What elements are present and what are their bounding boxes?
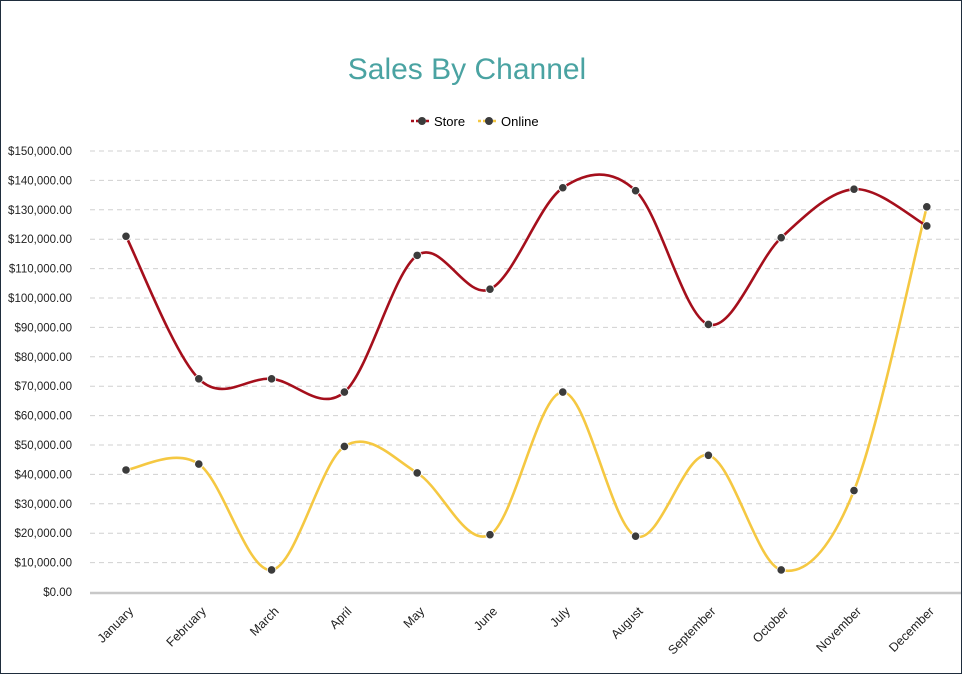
y-tick-label: $80,000.00 — [14, 352, 72, 364]
series-line-online — [125, 206, 929, 573]
data-point-store[interactable] — [412, 250, 422, 260]
data-point-store[interactable] — [630, 186, 641, 196]
y-tick-label: $140,000.00 — [8, 175, 72, 187]
data-point-online[interactable] — [776, 565, 786, 575]
data-point-online[interactable] — [412, 468, 422, 478]
series-line-store — [124, 173, 928, 401]
data-point-store[interactable] — [776, 233, 786, 243]
legend-item-store[interactable]: Store — [411, 114, 465, 129]
x-tick-label: August — [608, 604, 646, 642]
data-point-store[interactable] — [485, 284, 495, 294]
y-tick-label: $70,000.00 — [14, 381, 72, 393]
legend-item-online[interactable]: Online — [478, 114, 539, 129]
y-tick-label: $120,000.00 — [8, 234, 72, 246]
data-point-store[interactable] — [194, 374, 204, 384]
y-tick-label: $110,000.00 — [9, 264, 72, 276]
y-tick-label: $30,000.00 — [14, 499, 72, 511]
legend-label-store: Store — [434, 114, 465, 129]
x-tick-label: February — [164, 604, 210, 650]
x-tick-label: May — [401, 604, 428, 631]
y-tick-label: $60,000.00 — [14, 411, 72, 423]
data-point-online[interactable] — [630, 531, 641, 541]
x-tick-label: March — [247, 604, 281, 638]
data-point-online[interactable] — [194, 459, 204, 469]
x-tick-label: October — [750, 604, 791, 645]
data-point-online[interactable] — [849, 485, 859, 496]
line-chart: $0.00 $10,000.00 $20,000.00 $30,000.00 $40,0… — [8, 114, 961, 657]
y-tick-label: $130,000.00 — [8, 205, 72, 217]
x-axis: January February March April May June July Augu… — [90, 591, 961, 657]
grid-lines — [90, 150, 961, 564]
legend-label-online: Online — [501, 114, 539, 129]
data-point-online[interactable] — [922, 202, 932, 212]
y-tick-label: $20,000.00 — [14, 528, 72, 540]
legend-marker-online — [485, 117, 493, 125]
x-tick-label: July — [547, 604, 573, 630]
y-tick-label: $90,000.00 — [14, 322, 72, 334]
chart-frame: Sales By Channel $0.00 $10,000.00 $20,000.… — [0, 0, 962, 674]
x-tick-label: January — [95, 604, 137, 646]
y-tick-label: $10,000.00 — [14, 558, 72, 570]
data-point-online[interactable] — [339, 441, 349, 452]
series-layer — [121, 173, 932, 575]
y-tick-label: $150,000.00 — [8, 146, 72, 158]
y-tick-label: $100,000.00 — [8, 293, 72, 305]
y-axis: $0.00 $10,000.00 $20,000.00 $30,000.00 $40,0… — [8, 146, 72, 599]
x-tick-label: November — [813, 604, 864, 655]
data-point-store[interactable] — [703, 319, 714, 330]
data-point-online[interactable] — [485, 530, 495, 540]
x-tick-label: June — [471, 604, 500, 633]
y-tick-label: $40,000.00 — [14, 469, 72, 481]
y-tick-label: $0.00 — [43, 587, 72, 599]
data-point-online[interactable] — [703, 450, 714, 460]
legend-marker-store — [418, 117, 426, 125]
data-point-store[interactable] — [266, 374, 277, 384]
data-point-store[interactable] — [339, 387, 349, 397]
y-tick-label: $50,000.00 — [14, 440, 72, 452]
x-tick-label: April — [327, 604, 355, 632]
data-point-online[interactable] — [121, 465, 131, 475]
legend: Store Online — [411, 114, 539, 129]
data-point-store[interactable] — [922, 221, 932, 231]
x-tick-label: September — [665, 604, 718, 657]
data-point-online[interactable] — [266, 565, 277, 575]
data-point-store[interactable] — [121, 231, 131, 241]
data-point-online[interactable] — [558, 387, 568, 397]
data-point-store[interactable] — [558, 183, 568, 193]
x-tick-label: December — [886, 604, 937, 655]
data-point-store[interactable] — [849, 184, 859, 194]
